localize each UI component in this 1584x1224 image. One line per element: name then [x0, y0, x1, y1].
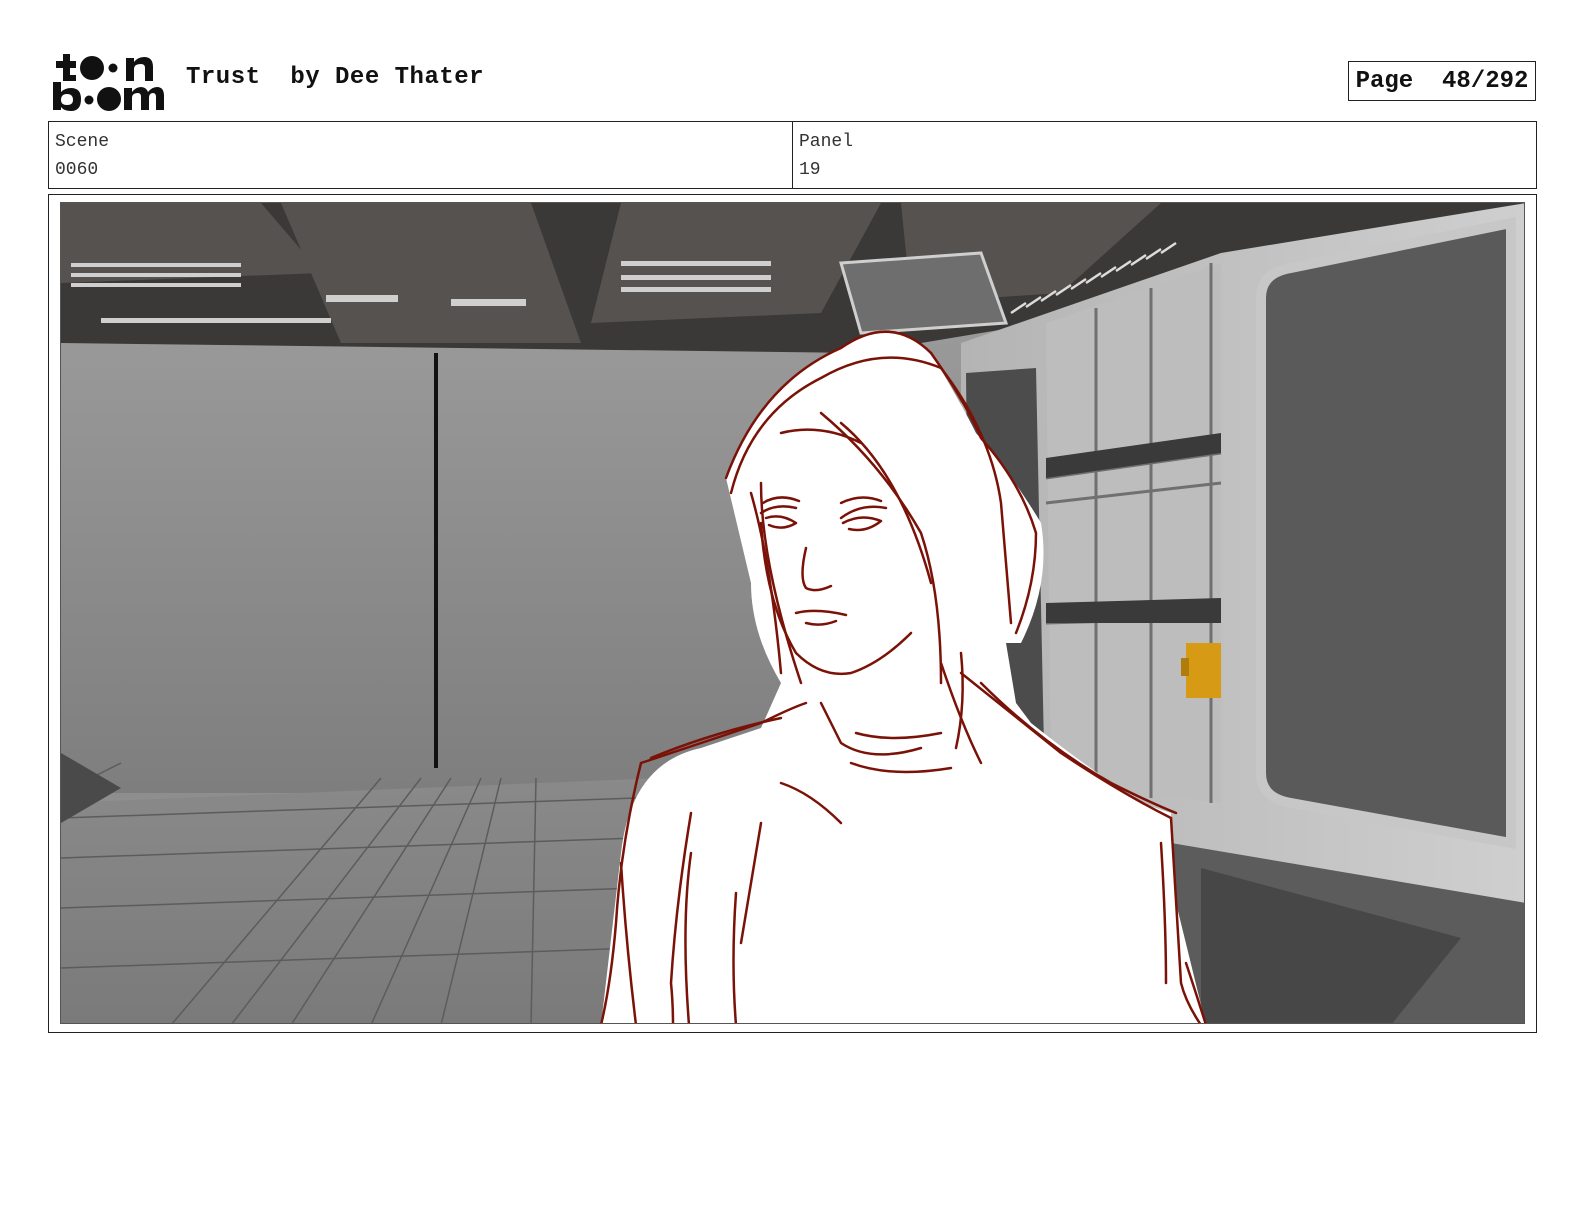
panel-value: 19: [799, 160, 821, 180]
wall-window: [1256, 216, 1516, 849]
scene-label: Scene: [55, 132, 110, 152]
panel-label: Panel: [799, 132, 854, 152]
panel-cell: Panel 19: [792, 122, 1536, 188]
page-indicator: Page 48/292: [1348, 61, 1536, 101]
scene-cell: Scene 0060: [49, 122, 792, 188]
wall-cabinets: [1045, 263, 1222, 803]
page-number: 48/292: [1442, 67, 1529, 95]
scene-value: 0060: [55, 160, 99, 180]
storyboard-title: Trust by Dee Thater: [186, 64, 485, 91]
toon-boom-logo: [50, 50, 166, 112]
panel-image: [60, 202, 1525, 1024]
yellow-latch: [1186, 643, 1221, 698]
page-label: Page: [1355, 67, 1414, 95]
scene-panel-info: Scene 0060 Panel 19: [48, 121, 1537, 189]
wall-seam: [434, 353, 438, 768]
storyboard-drawing: [61, 203, 1524, 1023]
